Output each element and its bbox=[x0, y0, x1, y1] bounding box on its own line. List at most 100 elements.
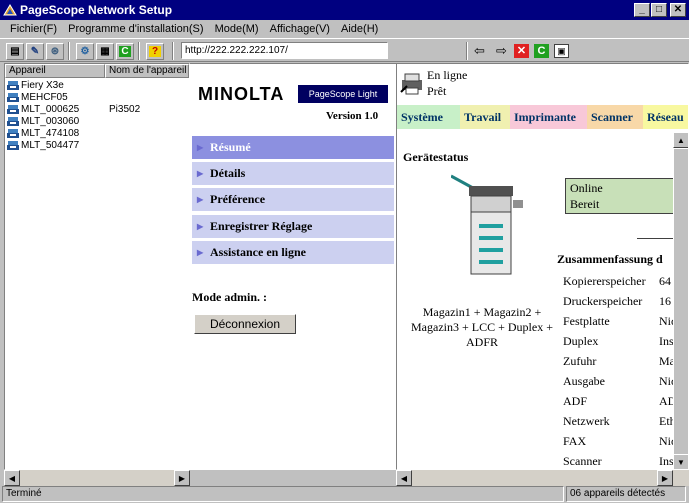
summary-key: Zufuhr bbox=[563, 354, 597, 368]
toolbar-separator bbox=[172, 42, 174, 60]
print-icon[interactable]: ▣ bbox=[554, 44, 569, 58]
logout-button[interactable]: Déconnexion bbox=[194, 314, 296, 334]
printer-icon bbox=[7, 105, 19, 114]
arrow-right-icon: ▶ bbox=[178, 473, 186, 483]
column-header-device[interactable]: Appareil bbox=[5, 64, 105, 78]
refresh-button[interactable]: C bbox=[116, 43, 134, 60]
nav-preferences[interactable]: ▶ Préférence bbox=[192, 188, 394, 211]
window-title: PageScope Network Setup bbox=[20, 3, 173, 17]
triangle-icon: ▶ bbox=[197, 222, 204, 231]
help-icon: ? bbox=[148, 46, 162, 57]
scroll-up-button[interactable]: ▲ bbox=[673, 132, 688, 148]
summary-key: Festplatte bbox=[563, 314, 610, 328]
network-button[interactable]: ⊛ bbox=[46, 43, 64, 60]
back-arrow-icon[interactable]: ⇦ bbox=[474, 43, 485, 59]
device-name: MLT_003060 bbox=[21, 116, 80, 127]
summary-title: Zusammenfassung d bbox=[557, 252, 663, 266]
menu-setup[interactable]: Programme d'installation(S) bbox=[68, 23, 203, 35]
status-box: Online Bereit bbox=[565, 178, 685, 214]
printer-icon bbox=[7, 81, 19, 90]
device-icon: ⚙ bbox=[80, 46, 90, 57]
nav-online-help-label: Assistance en ligne bbox=[210, 245, 306, 259]
device-row[interactable]: Fiery X3e bbox=[5, 80, 185, 92]
triangle-icon: ▶ bbox=[197, 195, 204, 204]
summary-key: ADF bbox=[563, 394, 588, 408]
status-ready: Prêt bbox=[427, 84, 447, 98]
options-caption: Magazin1 + Magazin2 + Magazin3 + LCC + D… bbox=[411, 305, 553, 349]
device-name: MLT_000625 bbox=[21, 104, 80, 115]
printer-icon bbox=[7, 117, 19, 126]
nav-online-help[interactable]: ▶ Assistance en ligne bbox=[192, 241, 394, 264]
status-box-ready: Bereit bbox=[570, 197, 600, 211]
summary-key: Druckerspeicher bbox=[563, 294, 643, 308]
list-view-icon: ▤ bbox=[10, 46, 20, 57]
forward-arrow-icon[interactable]: ⇨ bbox=[496, 43, 507, 59]
tab-job[interactable]: Travail bbox=[460, 105, 510, 129]
details-button[interactable]: ▦ bbox=[96, 43, 114, 60]
maximize-icon: □ bbox=[655, 4, 663, 15]
scroll-down-button[interactable]: ▼ bbox=[673, 454, 688, 469]
tab-printer[interactable]: Imprimante bbox=[510, 105, 587, 129]
arrow-left-icon: ◀ bbox=[400, 473, 408, 483]
menu-help[interactable]: Aide(H) bbox=[341, 23, 378, 35]
toolbar-separator bbox=[466, 42, 468, 60]
menu-view[interactable]: Affichage(V) bbox=[270, 23, 330, 35]
printer-icon bbox=[7, 141, 19, 150]
nav-summary-label: Résumé bbox=[210, 140, 251, 154]
nav-preferences-label: Préférence bbox=[210, 192, 266, 206]
triangle-icon: ▶ bbox=[197, 248, 204, 257]
arrow-left-icon: ◀ bbox=[8, 473, 16, 483]
device-model: Pi3502 bbox=[109, 104, 141, 115]
column-header-device-name[interactable]: Nom de l'appareil bbox=[105, 64, 189, 78]
close-button[interactable]: ✕ bbox=[670, 3, 686, 17]
device-name: MLT_504477 bbox=[21, 140, 80, 151]
address-field[interactable]: http://222.222.222.107/ bbox=[181, 42, 388, 59]
device-row[interactable]: MEHCF05 bbox=[5, 92, 185, 104]
scroll-thumb[interactable] bbox=[673, 148, 688, 458]
toolbar-separator bbox=[138, 42, 140, 60]
summary-key: Duplex bbox=[563, 334, 599, 348]
status-online: En ligne bbox=[427, 68, 468, 82]
device-count: 06 appareils détectés bbox=[566, 486, 686, 502]
nav-details-label: Détails bbox=[210, 166, 246, 180]
device-row[interactable]: MLT_504477 bbox=[5, 140, 185, 152]
device-row[interactable]: MLT_000625 Pi3502 bbox=[5, 104, 185, 116]
device-button[interactable]: ⚙ bbox=[76, 43, 94, 60]
stop-icon[interactable]: ✕ bbox=[514, 44, 529, 58]
minimize-icon: _ bbox=[639, 4, 645, 15]
nav-save-settings-label: Enregistrer Réglage bbox=[210, 219, 313, 233]
web-nav-frame: MINOLTA PageScope Light Version 1.0 ▶ Rés… bbox=[190, 63, 396, 470]
summary-key: Scanner bbox=[563, 454, 602, 468]
maximize-button[interactable]: □ bbox=[651, 3, 667, 17]
version-label: Version 1.0 bbox=[326, 110, 379, 122]
arrow-down-icon: ▼ bbox=[677, 457, 685, 467]
nav-save-settings[interactable]: ▶ Enregistrer Réglage bbox=[192, 215, 394, 238]
minolta-logo: MINOLTA bbox=[198, 84, 285, 104]
tab-network[interactable]: Réseau bbox=[643, 105, 688, 129]
copier-image bbox=[451, 174, 523, 275]
device-name: Fiery X3e bbox=[21, 80, 64, 91]
tab-scanner[interactable]: Scanner bbox=[587, 105, 643, 129]
web-content-frame: En ligne Prêt Système Travail Imprimante… bbox=[396, 63, 689, 470]
status-box-online: Online bbox=[570, 181, 603, 195]
device-row[interactable]: MLT_003060 bbox=[5, 116, 185, 128]
arrow-up-icon: ▲ bbox=[677, 135, 685, 145]
details-icon: ▦ bbox=[100, 46, 110, 57]
menu-file[interactable]: Fichier(F) bbox=[10, 23, 57, 35]
summary-key: FAX bbox=[563, 434, 587, 448]
device-row[interactable]: MLT_474108 bbox=[5, 128, 185, 140]
setup-button[interactable]: ✎ bbox=[26, 43, 44, 60]
summary-key: Ausgabe bbox=[563, 374, 605, 388]
nav-details[interactable]: ▶ Détails bbox=[192, 162, 394, 185]
minimize-button[interactable]: _ bbox=[634, 3, 650, 17]
tab-system[interactable]: Système bbox=[397, 105, 460, 129]
reload-icon[interactable]: C bbox=[534, 44, 549, 58]
nav-summary[interactable]: ▶ Résumé bbox=[192, 136, 394, 159]
help-button[interactable]: ? bbox=[146, 43, 164, 60]
device-status-title: Gerätestatus bbox=[403, 150, 469, 164]
content-vscrollbar[interactable]: ▲ ▼ bbox=[673, 132, 688, 469]
close-icon: ✕ bbox=[673, 4, 683, 15]
wrench-icon: ✎ bbox=[30, 46, 40, 57]
menu-mode[interactable]: Mode(M) bbox=[215, 23, 259, 35]
list-view-button[interactable]: ▤ bbox=[6, 43, 24, 60]
